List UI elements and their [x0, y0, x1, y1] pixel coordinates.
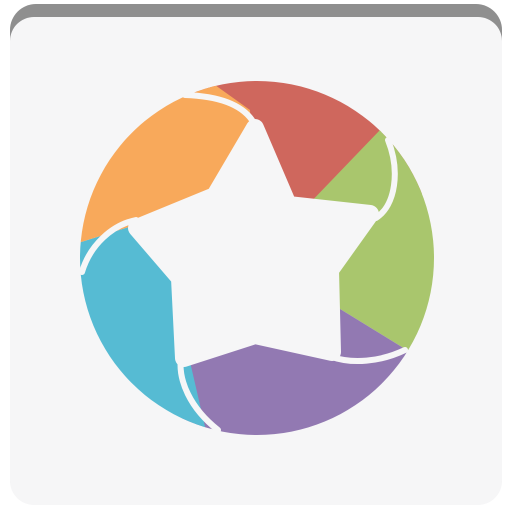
app-icon-canvas: [0, 0, 512, 512]
app-icon[interactable]: [0, 0, 512, 512]
